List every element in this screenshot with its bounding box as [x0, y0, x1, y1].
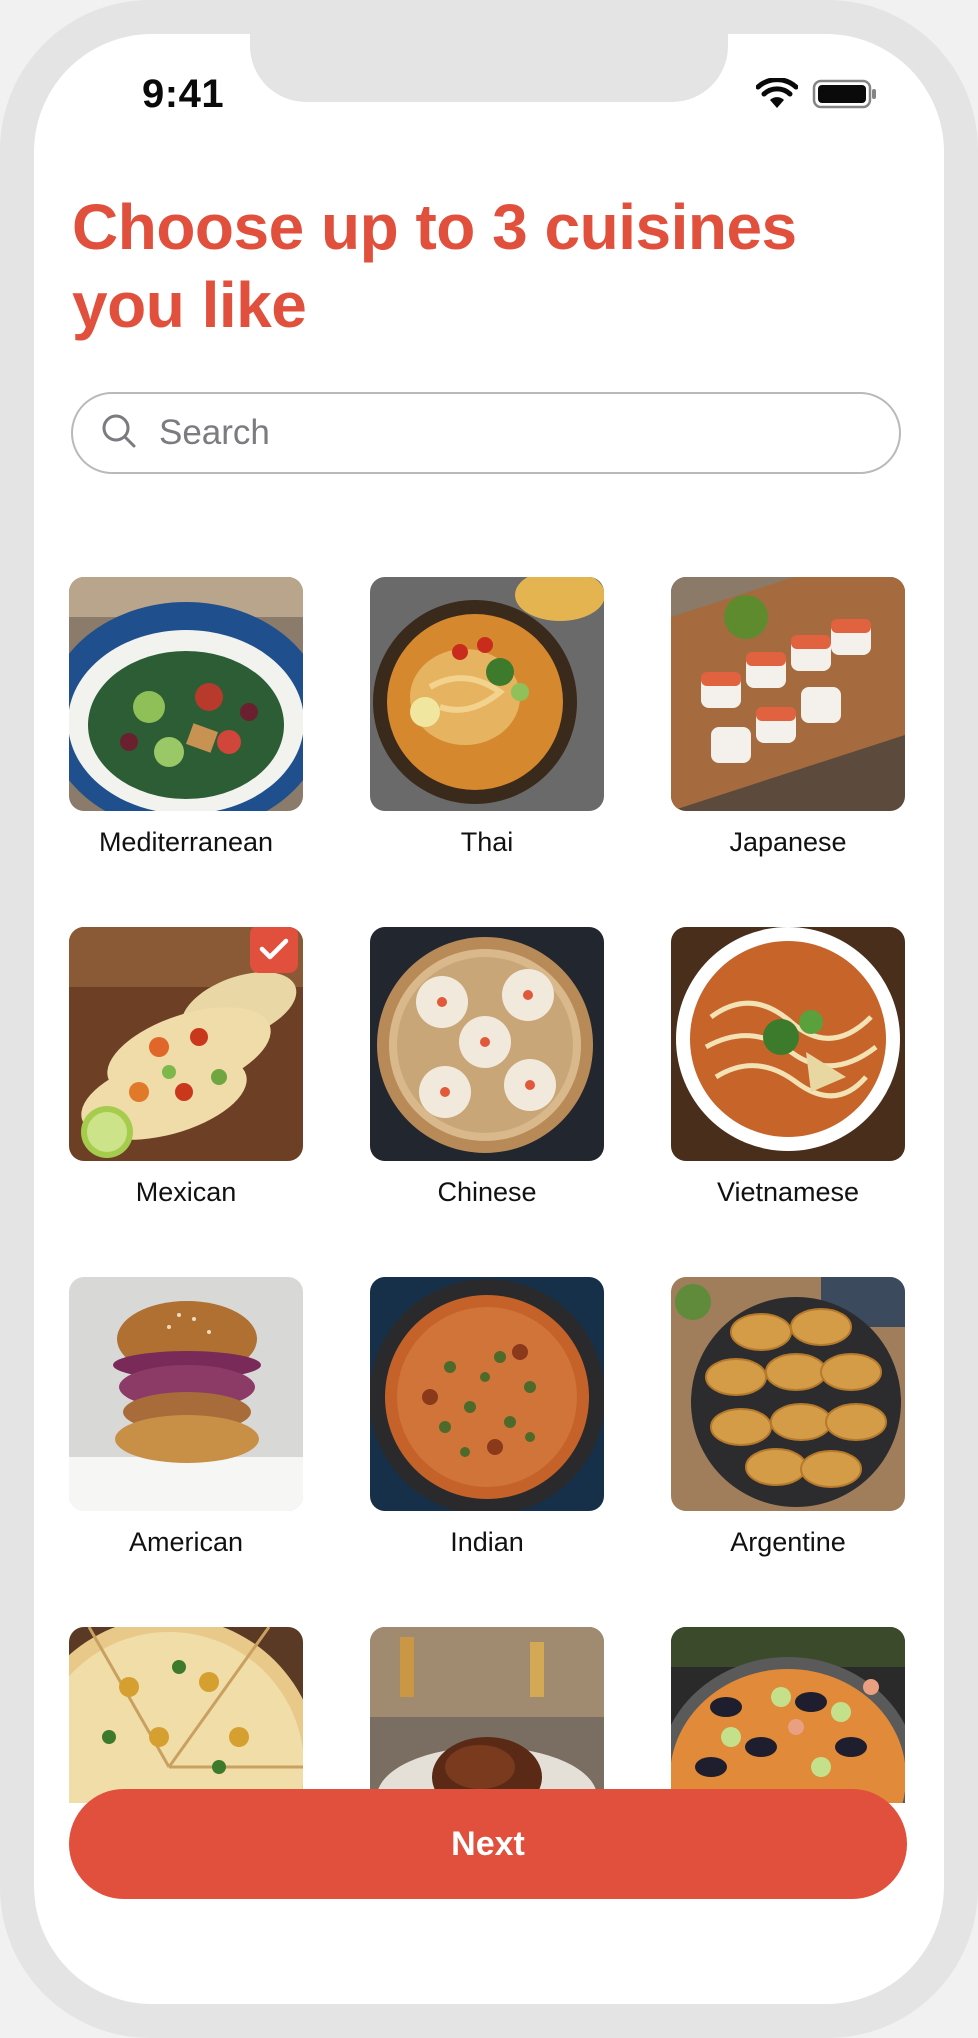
cuisine-label: Chinese — [437, 1177, 537, 1207]
status-time: 9:41 — [142, 72, 225, 116]
wifi-icon — [755, 77, 799, 115]
cuisine-card-spanish[interactable] — [671, 1627, 905, 1803]
cuisine-label: American — [128, 1527, 244, 1557]
selected-check-badge — [250, 927, 298, 973]
status-icons — [755, 77, 878, 115]
search-input[interactable] — [159, 413, 859, 453]
cuisine-label: Thai — [460, 827, 514, 857]
cuisine-image — [370, 1277, 604, 1511]
cuisine-card-indian[interactable]: Indian — [370, 1277, 604, 1558]
phone-frame: 9:41 Choose up to 3 cuisines you like Se… — [0, 0, 978, 2038]
cuisine-image — [671, 1627, 905, 1803]
page-title: Choose up to 3 cuisines you like — [72, 191, 797, 341]
cuisine-card-mexican[interactable]: Mexican — [69, 927, 303, 1208]
cuisine-label: Argentine — [730, 1527, 846, 1557]
cuisine-image — [370, 927, 604, 1161]
cuisine-label: Mediterranean — [98, 827, 274, 857]
cuisine-card-steakhouse[interactable] — [370, 1627, 604, 1803]
cuisine-image — [671, 577, 905, 811]
cuisine-image — [671, 927, 905, 1161]
notch — [250, 34, 728, 102]
cuisine-card-thai[interactable]: Thai — [370, 577, 604, 858]
search-bar[interactable] — [71, 392, 901, 474]
cuisine-label: Japanese — [729, 827, 847, 857]
cuisine-label: Mexican — [135, 1177, 237, 1207]
cuisine-card-pizza[interactable] — [69, 1627, 303, 1803]
cuisine-grid: Mediterranean Thai Japanese Mexican Chin… — [34, 542, 944, 1803]
cuisine-label: Vietnamese — [716, 1177, 860, 1207]
cuisine-image — [671, 1277, 905, 1511]
cuisine-card-chinese[interactable]: Chinese — [370, 927, 604, 1208]
cuisine-image — [370, 1627, 604, 1803]
cuisine-card-japanese[interactable]: Japanese — [671, 577, 905, 858]
cuisine-image — [69, 927, 303, 1161]
cuisine-image — [370, 577, 604, 811]
next-button[interactable]: Next — [69, 1789, 907, 1899]
cuisine-card-argentine[interactable]: Argentine — [671, 1277, 905, 1558]
cuisine-label: Indian — [450, 1527, 524, 1557]
cuisine-card-vietnamese[interactable]: Vietnamese — [671, 927, 905, 1208]
cuisine-card-american[interactable]: American — [69, 1277, 303, 1558]
cuisine-image — [69, 1277, 303, 1511]
battery-icon — [812, 78, 878, 115]
checkmark-icon — [259, 938, 289, 960]
search-icon — [101, 413, 137, 454]
cuisine-card-mediterranean[interactable]: Mediterranean — [69, 577, 303, 858]
screen: 9:41 Choose up to 3 cuisines you like Se… — [34, 34, 944, 2004]
cuisine-image — [69, 1627, 303, 1803]
cuisine-image — [69, 577, 303, 811]
